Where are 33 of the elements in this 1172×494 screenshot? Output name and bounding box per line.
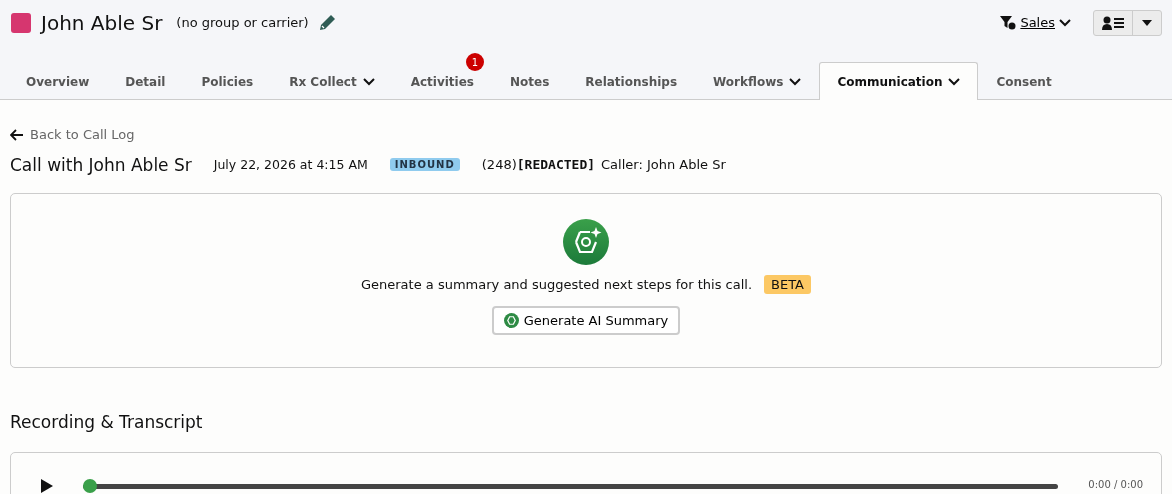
- nav-tab[interactable]: Detail: [107, 62, 184, 100]
- nav-tab[interactable]: Overview: [8, 62, 108, 100]
- sales-filter-dropdown[interactable]: Sales: [1000, 15, 1071, 30]
- nav-tab[interactable]: Relationships: [567, 62, 696, 100]
- nav-tab[interactable]: Notes: [491, 62, 568, 100]
- play-icon[interactable]: [41, 478, 53, 493]
- notification-badge: 1: [465, 53, 484, 71]
- section-title: Recording & Transcript: [10, 411, 204, 432]
- call-title: Call with John Able Sr: [10, 154, 192, 175]
- call-datetime: July 22, 2026 at 4:15 AM: [213, 157, 368, 172]
- nav-tab[interactable]: Communication: [819, 62, 979, 100]
- caret-icon: [1142, 19, 1152, 26]
- nav-tab[interactable]: Consent: [978, 62, 1070, 100]
- phone-number: (248)[REDACTED]: [481, 157, 596, 172]
- seek-thumb[interactable]: [83, 478, 97, 493]
- contact-name: John Able Sr: [41, 10, 163, 35]
- nav-tab[interactable]: Workflows: [695, 62, 820, 100]
- nav-tab[interactable]: Rx Collect: [271, 62, 393, 100]
- generate-summary-button[interactable]: Generate AI Summary: [491, 305, 681, 335]
- ai-sparkle-icon: [563, 218, 609, 265]
- back-link[interactable]: Back to Call Log: [10, 127, 135, 142]
- direction-tag: INBOUND: [389, 158, 460, 171]
- person-list-icon: [1102, 15, 1124, 30]
- nav-tab[interactable]: Policies: [183, 62, 272, 100]
- arrow-left-icon: [10, 128, 24, 141]
- contact-color-swatch: [11, 12, 31, 33]
- filter-icon: [1000, 15, 1017, 30]
- caller-label: Caller: John Able Sr: [601, 157, 726, 172]
- group-label: (no group or carrier): [176, 15, 309, 30]
- beta-badge: BETA: [764, 274, 811, 294]
- chevron-down-icon: [1059, 18, 1071, 27]
- ai-summary-prompt: Generate a summary and suggested next steps for this call.: [360, 276, 753, 292]
- playback-time: 0:00 / 0:00: [1088, 478, 1143, 490]
